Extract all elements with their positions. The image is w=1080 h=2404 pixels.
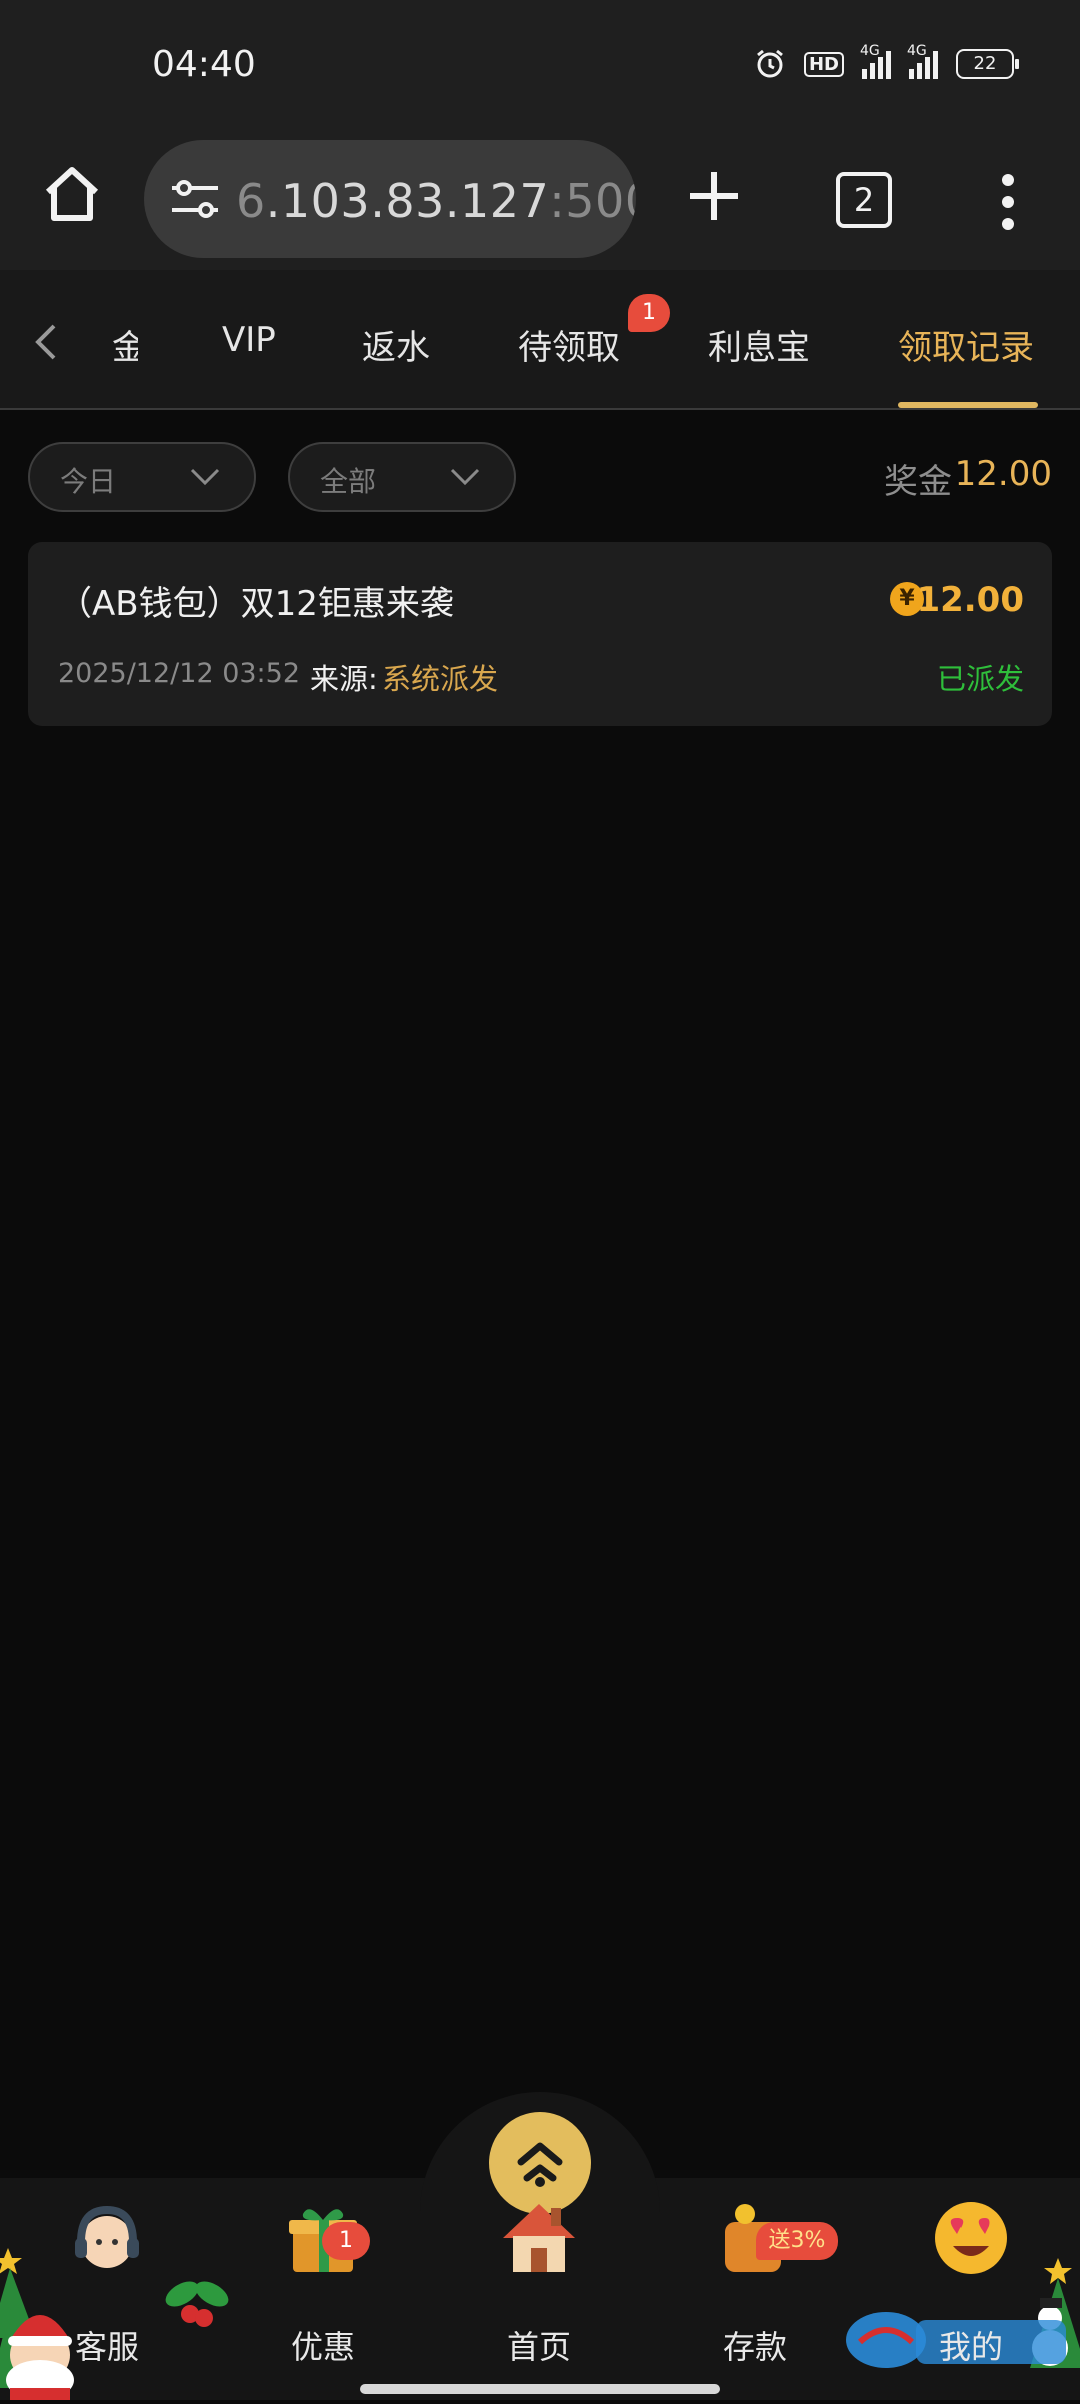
- nav-profile[interactable]: 我的: [896, 2190, 1046, 2390]
- status-bar: 04:40 HD 4G 4G 22: [0, 0, 1080, 130]
- more-options-icon[interactable]: [1000, 174, 1016, 230]
- alarm-icon: [754, 48, 786, 80]
- browser-toolbar: 6.103.83.127:5002 2: [0, 130, 1080, 270]
- record-status: 已派发: [936, 662, 1024, 696]
- active-tab-indicator: [898, 402, 1038, 408]
- nav-customer-service[interactable]: 客服: [32, 2190, 182, 2390]
- signal-type-label: 4G: [907, 43, 927, 59]
- nav-home[interactable]: 首页: [464, 2190, 614, 2390]
- record-source-label: 来源:: [310, 662, 378, 696]
- url-text[interactable]: 6.103.83.127:5002: [236, 174, 636, 228]
- tab-rebate[interactable]: 返水: [362, 320, 430, 369]
- heart-eyes-emoji-icon: [931, 2198, 1011, 2278]
- status-time: 04:40: [152, 44, 256, 85]
- status-icons: HD 4G 4G 22: [754, 43, 1019, 80]
- customer-service-icon: [67, 2198, 147, 2278]
- tab-pending-claim[interactable]: 待领取: [518, 320, 620, 369]
- deposit-promo-badge: 送3%: [756, 2222, 838, 2260]
- record-source-value: 系统派发: [382, 662, 499, 696]
- chevron-down-icon: [450, 466, 480, 488]
- nav-label: 我的: [938, 2328, 1003, 2366]
- hd-voice-icon: HD: [803, 51, 844, 77]
- nav-label: 首页: [506, 2328, 571, 2366]
- type-filter-value: 全部: [320, 465, 377, 498]
- chevron-left-icon[interactable]: [30, 322, 60, 362]
- site-settings-icon[interactable]: [170, 178, 220, 220]
- tab-vip[interactable]: VIP: [222, 320, 276, 360]
- home-icon[interactable]: [40, 162, 104, 226]
- gesture-home-indicator[interactable]: [360, 2384, 720, 2394]
- date-filter-value: 今日: [60, 465, 117, 498]
- signal-icon-sim2: 4G: [907, 43, 938, 79]
- house-icon: [499, 2198, 579, 2278]
- signal-type-label: 4G: [860, 43, 880, 59]
- url-host: .103.83.127: [265, 174, 550, 228]
- tab-switcher-button[interactable]: 2: [836, 172, 892, 228]
- nav-label: 客服: [74, 2328, 139, 2366]
- type-filter-dropdown[interactable]: 全部: [288, 442, 516, 512]
- tab-interest[interactable]: 利息宝: [708, 320, 810, 369]
- nav-deposit[interactable]: 存款: [680, 2190, 830, 2390]
- bonus-total-value: 12.00: [954, 454, 1052, 494]
- claim-record-card[interactable]: （AB钱包）双12钜惠来袭 ¥ 12.00 2025/12/12 03:52 来…: [28, 542, 1052, 726]
- nav-promotions[interactable]: 优惠: [248, 2190, 398, 2390]
- category-tab-bar: 金 VIP 返水 待领取 利息宝 领取记录: [0, 270, 1080, 410]
- tab-claim-records[interactable]: 领取记录: [898, 320, 1034, 369]
- bonus-total-label: 奖金: [884, 462, 952, 502]
- promotions-badge: 1: [322, 2222, 370, 2260]
- battery-icon: 22: [956, 49, 1019, 79]
- date-filter-dropdown[interactable]: 今日: [28, 442, 256, 512]
- record-datetime: 2025/12/12 03:52: [58, 658, 301, 689]
- new-tab-icon[interactable]: [686, 168, 742, 224]
- signal-icon-sim1: 4G: [860, 43, 891, 79]
- chevron-down-icon: [190, 466, 220, 488]
- record-amount: 12.00: [916, 580, 1024, 620]
- nav-label: 存款: [722, 2328, 787, 2366]
- nav-label: 优惠: [290, 2328, 355, 2366]
- tab-partial[interactable]: 金: [112, 320, 138, 369]
- record-title: （AB钱包）双12钜惠来袭: [58, 584, 454, 624]
- url-faded: 6: [236, 174, 266, 228]
- address-bar[interactable]: 6.103.83.127:5002: [144, 140, 636, 258]
- pending-claim-badge: 1: [628, 294, 670, 332]
- url-port: :5002: [549, 174, 636, 228]
